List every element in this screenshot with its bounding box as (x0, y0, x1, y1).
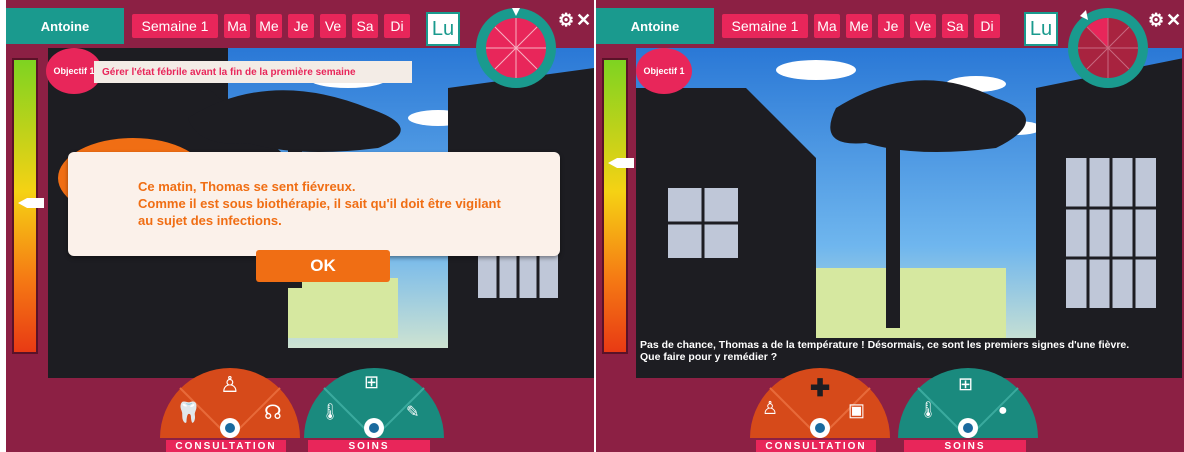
day-tuesday[interactable]: Ma (814, 14, 840, 38)
day-sunday[interactable]: Di (384, 14, 410, 38)
cross-icon[interactable]: ✚ (810, 374, 830, 403)
objective-badge: Objectif 1 (636, 48, 692, 94)
day-clock-icon (476, 8, 556, 88)
settings-icon[interactable]: ⚙ (558, 10, 574, 31)
dialog-line: Comme il est sous biothérapie, il sait q… (138, 196, 501, 211)
ok-button[interactable]: OK (256, 250, 390, 282)
day-thursday[interactable]: Je (288, 14, 314, 38)
scene-caption: Pas de chance, Thomas a de la températur… (640, 339, 1184, 363)
village-scene (636, 48, 1182, 378)
knee-icon[interactable]: ♙ (220, 372, 240, 398)
tooth-icon[interactable]: 🦷 (176, 400, 201, 425)
dialog-line: Ce matin, Thomas se sent fiévreux. (138, 179, 356, 194)
pills-icon[interactable]: ● (998, 402, 1008, 420)
day-friday[interactable]: Ve (910, 14, 936, 38)
care-label[interactable]: SOINS (308, 440, 430, 452)
day-wednesday[interactable]: Me (846, 14, 872, 38)
caption-line: Pas de chance, Thomas a de la températur… (640, 339, 1130, 351)
knee-icon[interactable]: ♙ (762, 398, 778, 419)
caption-line: Que faire pour y remédier ? (640, 351, 778, 363)
consultation-label[interactable]: CONSULTATION (756, 440, 876, 452)
fever-gauge (602, 58, 628, 354)
close-icon[interactable]: ✕ (1166, 10, 1181, 31)
day-thursday[interactable]: Je (878, 14, 904, 38)
game-screen-left: Antoine Semaine 1 Ma Me Je Ve Sa Di Lu ⚙… (6, 0, 594, 452)
week-indicator: Semaine 1 (132, 14, 218, 38)
player-name: Antoine (596, 8, 714, 44)
day-tuesday[interactable]: Ma (224, 14, 250, 38)
day-clock-icon (1068, 8, 1148, 88)
medicine-box-icon[interactable]: ▣ (848, 400, 865, 421)
first-aid-kit-icon[interactable]: ⊞ (958, 374, 973, 395)
thermometer-icon[interactable]: 🌡 (320, 402, 340, 422)
dialog-message: Ce matin, Thomas se sent fiévreux. Comme… (138, 178, 558, 229)
player-name: Antoine (6, 8, 124, 44)
thermometer-icon[interactable]: 🌡 (918, 400, 938, 420)
objective-text: Gérer l'état fébrile avant la fin de la … (94, 61, 412, 83)
game-screen-right: Antoine Semaine 1 Ma Me Je Ve Sa Di Lu ⚙… (596, 0, 1184, 452)
stethoscope-icon[interactable]: ☊ (264, 400, 282, 425)
current-day[interactable]: Lu (1024, 12, 1058, 46)
first-aid-kit-icon[interactable]: ⊞ (364, 372, 379, 393)
day-wednesday[interactable]: Me (256, 14, 282, 38)
week-indicator: Semaine 1 (722, 14, 808, 38)
day-friday[interactable]: Ve (320, 14, 346, 38)
consultation-label[interactable]: CONSULTATION (166, 440, 286, 452)
close-icon[interactable]: ✕ (576, 10, 591, 31)
settings-icon[interactable]: ⚙ (1148, 10, 1164, 31)
syringe-icon[interactable]: ✎ (406, 402, 419, 422)
current-day[interactable]: Lu (426, 12, 460, 46)
day-saturday[interactable]: Sa (942, 14, 968, 38)
day-saturday[interactable]: Sa (352, 14, 378, 38)
care-label[interactable]: SOINS (904, 440, 1026, 452)
day-sunday[interactable]: Di (974, 14, 1000, 38)
dialog-line: au sujet des infections. (138, 213, 282, 228)
